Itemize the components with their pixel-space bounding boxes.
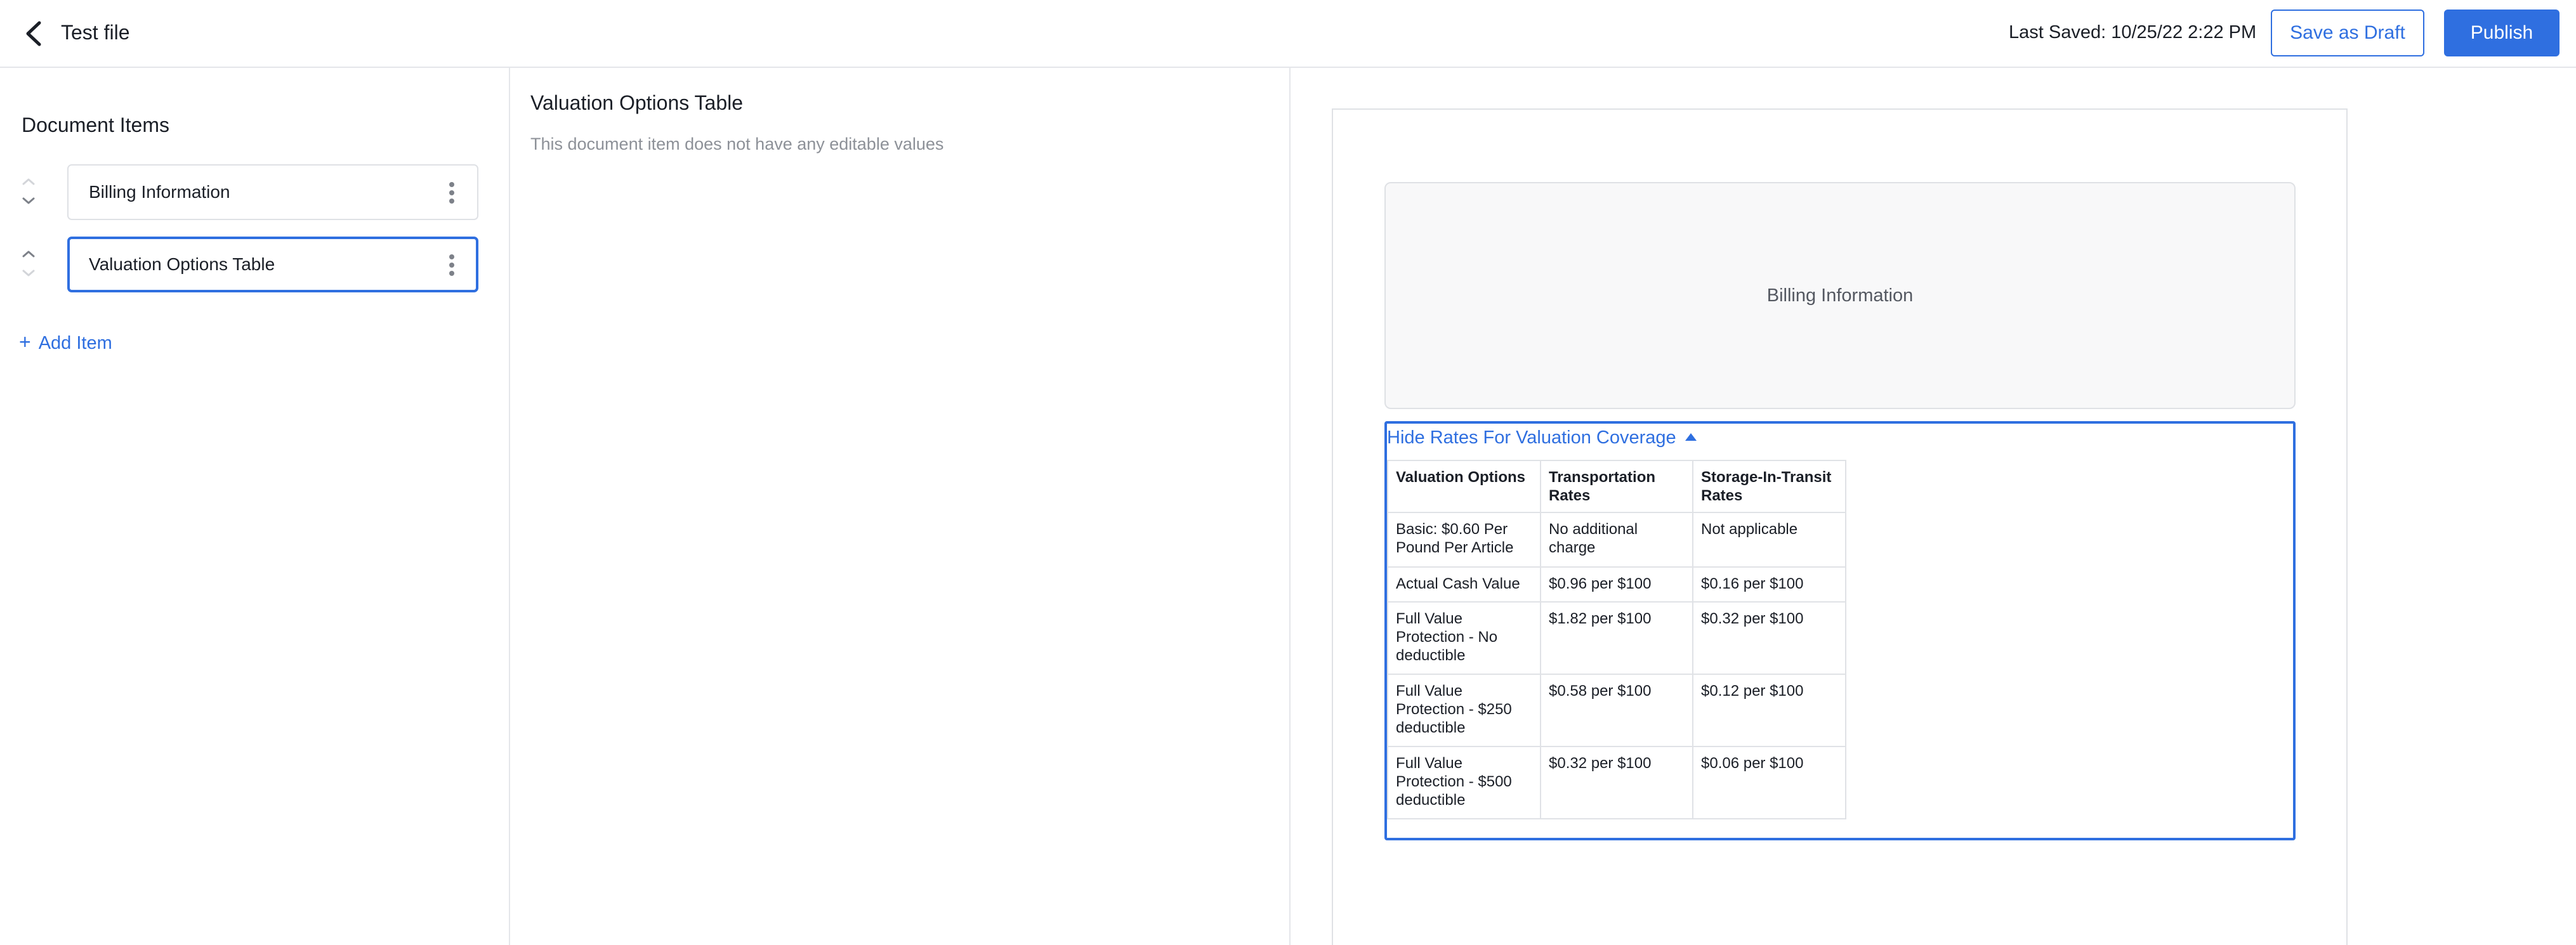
table-row: Full Value Protection - $250 deductible … — [1387, 674, 1846, 747]
document-items-panel: Document Items Billing Information Valua… — [0, 68, 510, 945]
move-up-icon[interactable] — [22, 251, 35, 257]
valuation-options-block[interactable]: Hide Rates For Valuation Coverage Valuat… — [1384, 421, 2296, 840]
table-cell: Actual Cash Value — [1387, 566, 1541, 603]
table-cell: No additional charge — [1540, 512, 1693, 568]
top-bar: Test file Last Saved: 10/25/22 2:22 PM S… — [0, 0, 2576, 68]
table-cell: Full Value Protection - $500 deductible — [1387, 746, 1541, 819]
column-header: Valuation Options — [1387, 460, 1541, 513]
table-cell: $1.82 per $100 — [1540, 601, 1693, 675]
table-cell: $0.12 per $100 — [1692, 674, 1846, 747]
table-cell: Basic: $0.60 Per Pound Per Article — [1387, 512, 1541, 568]
table-header-row: Valuation Options Transportation Rates S… — [1387, 460, 1846, 513]
document-item-label: Valuation Options Table — [89, 254, 275, 274]
table-cell: Not applicable — [1692, 512, 1846, 568]
add-item-label: Add Item — [38, 333, 112, 353]
document-item-row: Billing Information — [19, 164, 486, 220]
column-header: Transportation Rates — [1540, 460, 1693, 513]
reorder-arrows — [19, 176, 38, 209]
back-arrow-icon[interactable] — [19, 18, 51, 49]
move-down-icon — [22, 270, 35, 277]
publish-button[interactable]: Publish — [2444, 10, 2560, 56]
table-cell: $0.32 per $100 — [1692, 601, 1846, 675]
last-saved-status: Last Saved: 10/25/22 2:22 PM — [2009, 22, 2257, 42]
valuation-rates-table: Valuation Options Transportation Rates S… — [1387, 460, 1846, 819]
move-up-icon — [22, 178, 35, 185]
add-item-button[interactable]: + Add Item — [19, 328, 112, 357]
more-options-icon[interactable] — [448, 182, 456, 205]
table-row: Actual Cash Value $0.96 per $100 $0.16 p… — [1387, 566, 1846, 603]
hide-rates-label: Hide Rates For Valuation Coverage — [1387, 427, 1676, 448]
document-item-label: Billing Information — [89, 182, 230, 202]
table-row: Basic: $0.60 Per Pound Per Article No ad… — [1387, 512, 1846, 568]
plus-icon: + — [19, 330, 31, 353]
table-row: Full Value Protection - No deductible $1… — [1387, 601, 1846, 675]
document-item-row: Valuation Options Table — [19, 237, 486, 292]
document-preview: Billing Information Hide Rates For Valua… — [1292, 68, 2576, 945]
preview-page: Billing Information Hide Rates For Valua… — [1332, 108, 2348, 945]
file-title: Test file — [61, 21, 130, 44]
item-editor-panel: Valuation Options Table This document it… — [511, 68, 1291, 945]
table-cell: Full Value Protection - $250 deductible — [1387, 674, 1541, 747]
column-header: Storage-In-Transit Rates — [1692, 460, 1846, 513]
hide-rates-toggle[interactable]: Hide Rates For Valuation Coverage — [1387, 425, 1697, 450]
no-editable-values-note: This document item does not have any edi… — [530, 134, 944, 153]
more-options-icon[interactable] — [448, 254, 456, 277]
table-cell: $0.16 per $100 — [1692, 566, 1846, 603]
save-as-draft-button[interactable]: Save as Draft — [2271, 10, 2424, 56]
billing-information-block[interactable]: Billing Information — [1384, 182, 2296, 409]
table-cell: $0.58 per $100 — [1540, 674, 1693, 747]
reorder-arrows — [19, 248, 38, 281]
billing-information-label: Billing Information — [1766, 285, 1914, 306]
selected-item-title: Valuation Options Table — [530, 91, 744, 114]
table-row: Full Value Protection - $500 deductible … — [1387, 746, 1846, 819]
table-cell: $0.96 per $100 — [1540, 566, 1693, 603]
table-cell: $0.32 per $100 — [1540, 746, 1693, 819]
document-item-valuation-options-table[interactable]: Valuation Options Table — [67, 237, 478, 292]
table-cell: Full Value Protection - No deductible — [1387, 601, 1541, 675]
document-item-billing-information[interactable]: Billing Information — [67, 164, 478, 220]
move-down-icon[interactable] — [22, 197, 35, 204]
caret-up-icon — [1685, 433, 1697, 441]
document-items-heading: Document Items — [22, 114, 169, 136]
table-cell: $0.06 per $100 — [1692, 746, 1846, 819]
